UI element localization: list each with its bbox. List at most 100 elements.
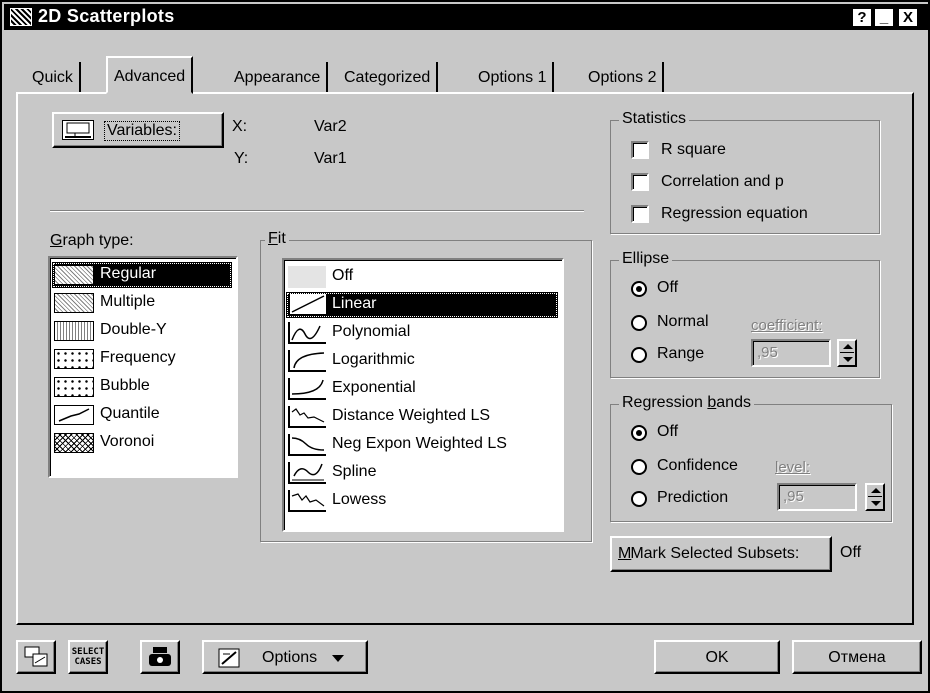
list-item-double-y[interactable]: Double-Y xyxy=(52,318,232,344)
tab-options-1[interactable]: Options 1 xyxy=(472,62,555,94)
minimize-button[interactable]: _ xyxy=(874,8,894,27)
regression-bands-group: Regression bands Off Confidence level: P… xyxy=(610,394,892,522)
neg-expon-weighted-fit-icon xyxy=(288,434,326,456)
variables-label: Variables: xyxy=(104,121,180,141)
ok-button[interactable]: OK xyxy=(654,640,780,674)
options-label: Options xyxy=(262,649,318,666)
chevron-down-icon xyxy=(332,655,344,662)
bands-confidence-label: Confidence xyxy=(657,457,738,474)
list-item-voronoi[interactable]: Voronoi xyxy=(52,430,232,456)
select-cases-button[interactable]: SELECT CASES xyxy=(68,640,108,674)
frequency-icon xyxy=(54,349,94,369)
linear-fit-icon xyxy=(288,294,326,316)
ellipse-normal-radio[interactable] xyxy=(631,315,647,331)
graph-options-icon xyxy=(218,648,240,673)
bands-confidence-radio[interactable] xyxy=(631,459,647,475)
list-item-fit-exponential[interactable]: Exponential xyxy=(286,376,558,402)
tab-quick[interactable]: Quick xyxy=(26,62,81,94)
multiple-scatter-icon xyxy=(54,293,94,313)
logarithmic-fit-icon xyxy=(288,350,326,372)
ellipse-range-label: Range xyxy=(657,345,705,362)
correlation-label: Correlation and p xyxy=(661,173,784,190)
list-item-multiple[interactable]: Multiple xyxy=(52,290,232,316)
tab-options-2[interactable]: Options 2 xyxy=(582,62,665,94)
polynomial-fit-icon xyxy=(288,322,326,344)
weight-icon xyxy=(147,646,173,675)
list-item-fit-polynomial[interactable]: Polynomial xyxy=(286,320,558,346)
fit-off-icon xyxy=(288,266,326,288)
lowess-fit-icon xyxy=(288,490,326,512)
graph-type-list[interactable]: Regular Multiple Double-Y Frequency Bubb… xyxy=(48,256,238,478)
window-title: 2D Scatterplots xyxy=(38,6,175,26)
mark-subsets-label: Mark Selected Subsets: xyxy=(630,545,800,562)
level-input[interactable]: ,95 xyxy=(777,483,857,511)
help-button[interactable]: ? xyxy=(852,8,872,27)
statistics-label: Statistics xyxy=(619,110,690,128)
weights-button[interactable] xyxy=(140,640,180,674)
regression-bands-label: Regression bands xyxy=(619,394,754,412)
advanced-tab-panel: Variables: X: Var2 Y: Var1 Graph type: R… xyxy=(16,92,914,625)
list-item-fit-off[interactable]: Off xyxy=(286,264,558,290)
ellipse-off-label: Off xyxy=(657,279,679,296)
x-axis-label: X: xyxy=(232,118,248,135)
fit-list[interactable]: Off Linear Polynomial Logarithmic Expone… xyxy=(282,258,564,532)
regression-equation-label: Regression equation xyxy=(661,205,808,222)
list-item-regular[interactable]: Regular xyxy=(52,262,232,288)
dialog-window: 2D Scatterplots ? _ X Quick Advanced App… xyxy=(0,0,930,693)
title-bar[interactable]: 2D Scatterplots ? _ X xyxy=(4,4,928,30)
list-item-fit-spline[interactable]: Spline xyxy=(286,460,558,486)
tab-advanced[interactable]: Advanced xyxy=(106,56,194,94)
tab-appearance[interactable]: Appearance xyxy=(228,62,329,94)
fit-label: Fit xyxy=(265,230,289,248)
mark-selected-subsets-button[interactable]: MMark Selected Subsets: xyxy=(610,536,832,572)
coefficient-spinner[interactable] xyxy=(837,339,857,367)
divider xyxy=(50,210,584,212)
graph-window-icon xyxy=(24,646,48,668)
select-cases-line2: CASES xyxy=(74,657,102,667)
close-button[interactable]: X xyxy=(898,8,918,27)
list-item-quantile[interactable]: Quantile xyxy=(52,402,232,428)
distance-weighted-fit-icon xyxy=(288,406,326,428)
list-item-fit-lowess[interactable]: Lowess xyxy=(286,488,558,514)
variables-icon xyxy=(62,120,94,140)
ellipse-off-radio[interactable] xyxy=(631,281,647,297)
coefficient-label: coefficient: xyxy=(751,317,823,334)
list-item-fit-dwls[interactable]: Distance Weighted LS xyxy=(286,404,558,430)
bubble-icon xyxy=(54,377,94,397)
variables-button[interactable]: Variables: xyxy=(52,112,224,148)
y-variable-value: Var1 xyxy=(314,150,347,167)
quantile-icon xyxy=(54,405,94,425)
level-label: level: xyxy=(775,459,811,476)
coefficient-input[interactable]: ,95 xyxy=(751,339,831,367)
r-square-checkbox[interactable] xyxy=(631,141,649,159)
list-item-fit-logarithmic[interactable]: Logarithmic xyxy=(286,348,558,374)
exponential-fit-icon xyxy=(288,378,326,400)
options-menu-button[interactable]: Options xyxy=(202,640,368,674)
ellipse-normal-label: Normal xyxy=(657,313,709,330)
y-axis-label: Y: xyxy=(234,150,249,167)
scatterplot-app-icon xyxy=(10,8,32,26)
ellipse-range-radio[interactable] xyxy=(631,347,647,363)
ellipse-group: Ellipse Off Normal coefficient: Range ,9… xyxy=(610,250,880,378)
list-item-bubble[interactable]: Bubble xyxy=(52,374,232,400)
spline-fit-icon xyxy=(288,462,326,484)
statistics-group: Statistics R square Correlation and p Re… xyxy=(610,110,880,234)
regression-equation-checkbox[interactable] xyxy=(631,205,649,223)
mark-subsets-value: Off xyxy=(840,544,862,561)
graph-type-label: Graph type: xyxy=(50,232,134,249)
list-item-fit-linear[interactable]: Linear xyxy=(286,292,558,318)
bands-prediction-radio[interactable] xyxy=(631,491,647,507)
bands-prediction-label: Prediction xyxy=(657,489,729,506)
bands-off-radio[interactable] xyxy=(631,425,647,441)
correlation-checkbox[interactable] xyxy=(631,173,649,191)
double-y-icon xyxy=(54,321,94,341)
voronoi-icon xyxy=(54,433,94,453)
list-item-frequency[interactable]: Frequency xyxy=(52,346,232,372)
vertical-graph-button[interactable] xyxy=(16,640,56,674)
cancel-button[interactable]: Отмена xyxy=(792,640,922,674)
list-item-fit-newls[interactable]: Neg Expon Weighted LS xyxy=(286,432,558,458)
tab-categorized[interactable]: Categorized xyxy=(338,62,439,94)
x-variable-value: Var2 xyxy=(314,118,347,135)
bands-off-label: Off xyxy=(657,423,679,440)
level-spinner[interactable] xyxy=(865,483,885,511)
